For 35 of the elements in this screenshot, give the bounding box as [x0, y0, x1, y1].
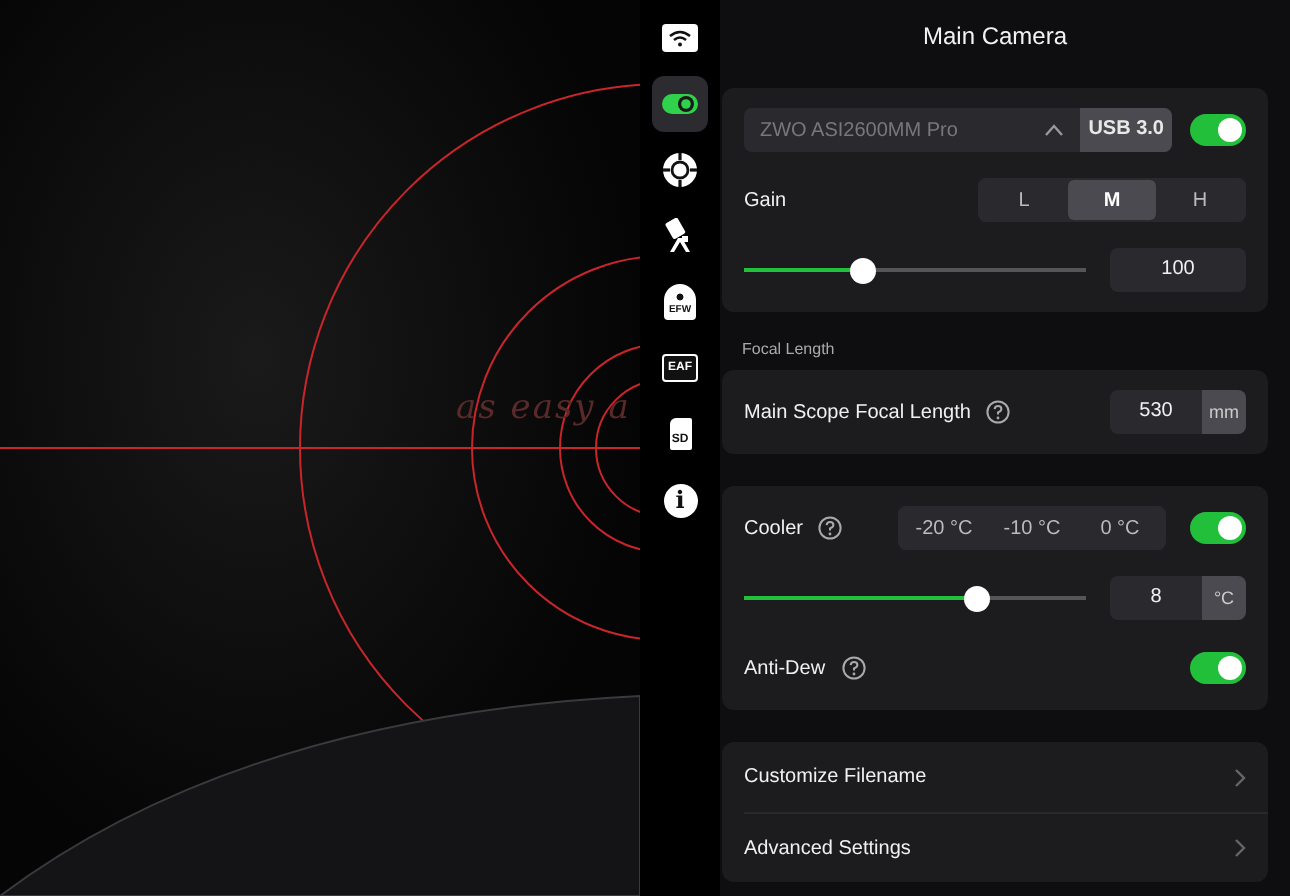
preset-option[interactable]: 0 °C [1076, 508, 1164, 548]
panel-title: Main Camera [920, 20, 1070, 54]
camera-icon [662, 90, 698, 118]
value-field[interactable]: 8 °C [1110, 576, 1246, 620]
crosshair-icon [662, 152, 698, 188]
chevron-icon [1234, 767, 1246, 787]
toggle-switch[interactable] [1190, 114, 1246, 146]
telescope-icon [664, 218, 696, 254]
wifi-icon [662, 24, 698, 52]
toggle-switch[interactable] [1190, 652, 1246, 684]
menu-item[interactable]: Advanced Settings [744, 812, 1268, 882]
preset-option[interactable]: H [1156, 180, 1244, 220]
setting-label: Cooler [744, 517, 803, 539]
preset-option[interactable]: M [1068, 180, 1156, 220]
value-field[interactable]: 100 [1110, 248, 1246, 292]
menu-item[interactable]: Customize Filename [744, 742, 1268, 812]
slider-thumb[interactable] [849, 257, 876, 283]
setting-label: Main Scope Focal Length [744, 401, 971, 423]
info-icon: i [663, 483, 697, 517]
setting-label: Anti-Dew [744, 657, 826, 679]
camera-name: ZWO ASI2600MM Pro [760, 119, 960, 141]
setting-label: Gain [744, 189, 787, 211]
caret-icon [1044, 124, 1065, 136]
toggle-switch[interactable] [1190, 512, 1246, 544]
connection-badge: USB 3.0 [1080, 108, 1172, 152]
slider-thumb[interactable] [964, 585, 991, 611]
sidebar-tab[interactable]: i [652, 472, 708, 528]
preset-option[interactable]: -20 °C [900, 508, 988, 548]
value-field[interactable]: 530 mm [1110, 390, 1246, 434]
preset-option[interactable]: -10 °C [988, 508, 1076, 548]
sidebar-tab[interactable] [652, 76, 708, 132]
camera-dropdown[interactable]: ZWO ASI2600MM Pro USB 3.0 [744, 108, 1172, 152]
preset-option[interactable]: L [980, 180, 1068, 220]
section-label: Focal Length [742, 340, 837, 358]
chevron-icon [1234, 838, 1246, 858]
